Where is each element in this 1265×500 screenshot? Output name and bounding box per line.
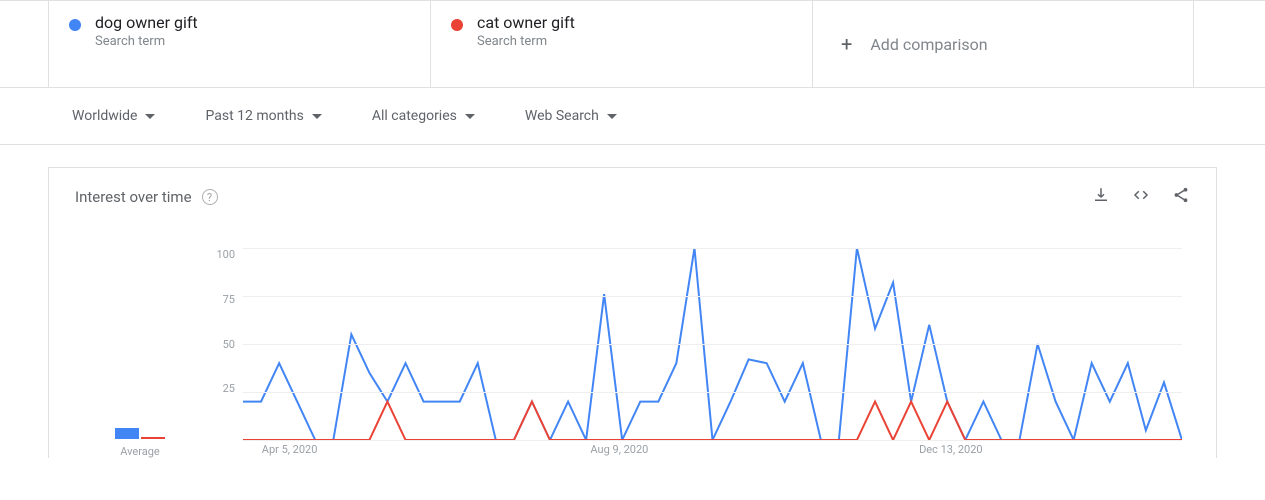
average-label: Average [120, 445, 160, 458]
grid-line [243, 296, 1182, 297]
x-tick: Aug 9, 2020 [590, 443, 648, 456]
y-tick: 25 [205, 382, 235, 395]
series-dot-icon [451, 19, 463, 31]
filter-label: Worldwide [72, 108, 137, 124]
x-tick: Apr 5, 2020 [262, 443, 318, 456]
average-bar-series-2 [141, 437, 165, 439]
y-tick: 100 [205, 248, 235, 261]
comparison-term-label: dog owner gift [95, 13, 198, 32]
series-dot-icon [69, 19, 81, 31]
grid-line [243, 440, 1182, 441]
comparison-term-subtitle: Search term [95, 34, 198, 49]
grid-line [243, 344, 1182, 345]
y-tick: 75 [205, 293, 235, 306]
embed-icon[interactable] [1132, 186, 1150, 208]
filter-bar: Worldwide Past 12 months All categories … [0, 88, 1265, 145]
help-icon[interactable]: ? [202, 189, 218, 205]
filter-category[interactable]: All categories [372, 108, 475, 124]
add-comparison-label: Add comparison [870, 35, 987, 54]
comparison-term-2[interactable]: cat owner gift Search term [430, 1, 812, 87]
grid-line [243, 392, 1182, 393]
comparison-bar: dog owner gift Search term cat owner gif… [0, 0, 1265, 88]
filter-label: Past 12 months [205, 108, 303, 124]
comparison-term-subtitle: Search term [477, 34, 575, 49]
plus-icon: + [841, 32, 852, 56]
filter-property[interactable]: Web Search [525, 108, 617, 124]
grid-line [243, 248, 1182, 249]
average-column: Average [75, 248, 205, 458]
download-icon[interactable] [1092, 186, 1110, 208]
comparison-term-label: cat owner gift [477, 13, 575, 32]
average-bars [115, 384, 165, 439]
x-axis: Apr 5, 2020 Aug 9, 2020 Dec 13, 2020 [243, 443, 1182, 458]
y-tick: 50 [205, 338, 235, 351]
filter-label: Web Search [525, 108, 599, 124]
share-icon[interactable] [1172, 186, 1190, 208]
filter-label: All categories [372, 108, 457, 124]
caret-down-icon [465, 114, 475, 119]
comparison-term-1[interactable]: dog owner gift Search term [48, 1, 430, 87]
add-comparison-button[interactable]: + Add comparison [812, 1, 1194, 87]
card-title: Interest over time [75, 188, 192, 206]
caret-down-icon [607, 114, 617, 119]
average-bar-series-1 [115, 428, 139, 439]
caret-down-icon [145, 114, 155, 119]
caret-down-icon [312, 114, 322, 119]
x-tick: Dec 13, 2020 [919, 443, 983, 456]
filter-geo[interactable]: Worldwide [72, 108, 155, 124]
y-axis: 100 75 50 25 [205, 248, 235, 440]
chart-plot: 100 75 50 25 Apr 5, 2020 Aug 9, 2020 Dec 13, … [205, 248, 1190, 458]
interest-over-time-card: Interest over time ? Averag [48, 167, 1217, 458]
filter-time[interactable]: Past 12 months [205, 108, 321, 124]
